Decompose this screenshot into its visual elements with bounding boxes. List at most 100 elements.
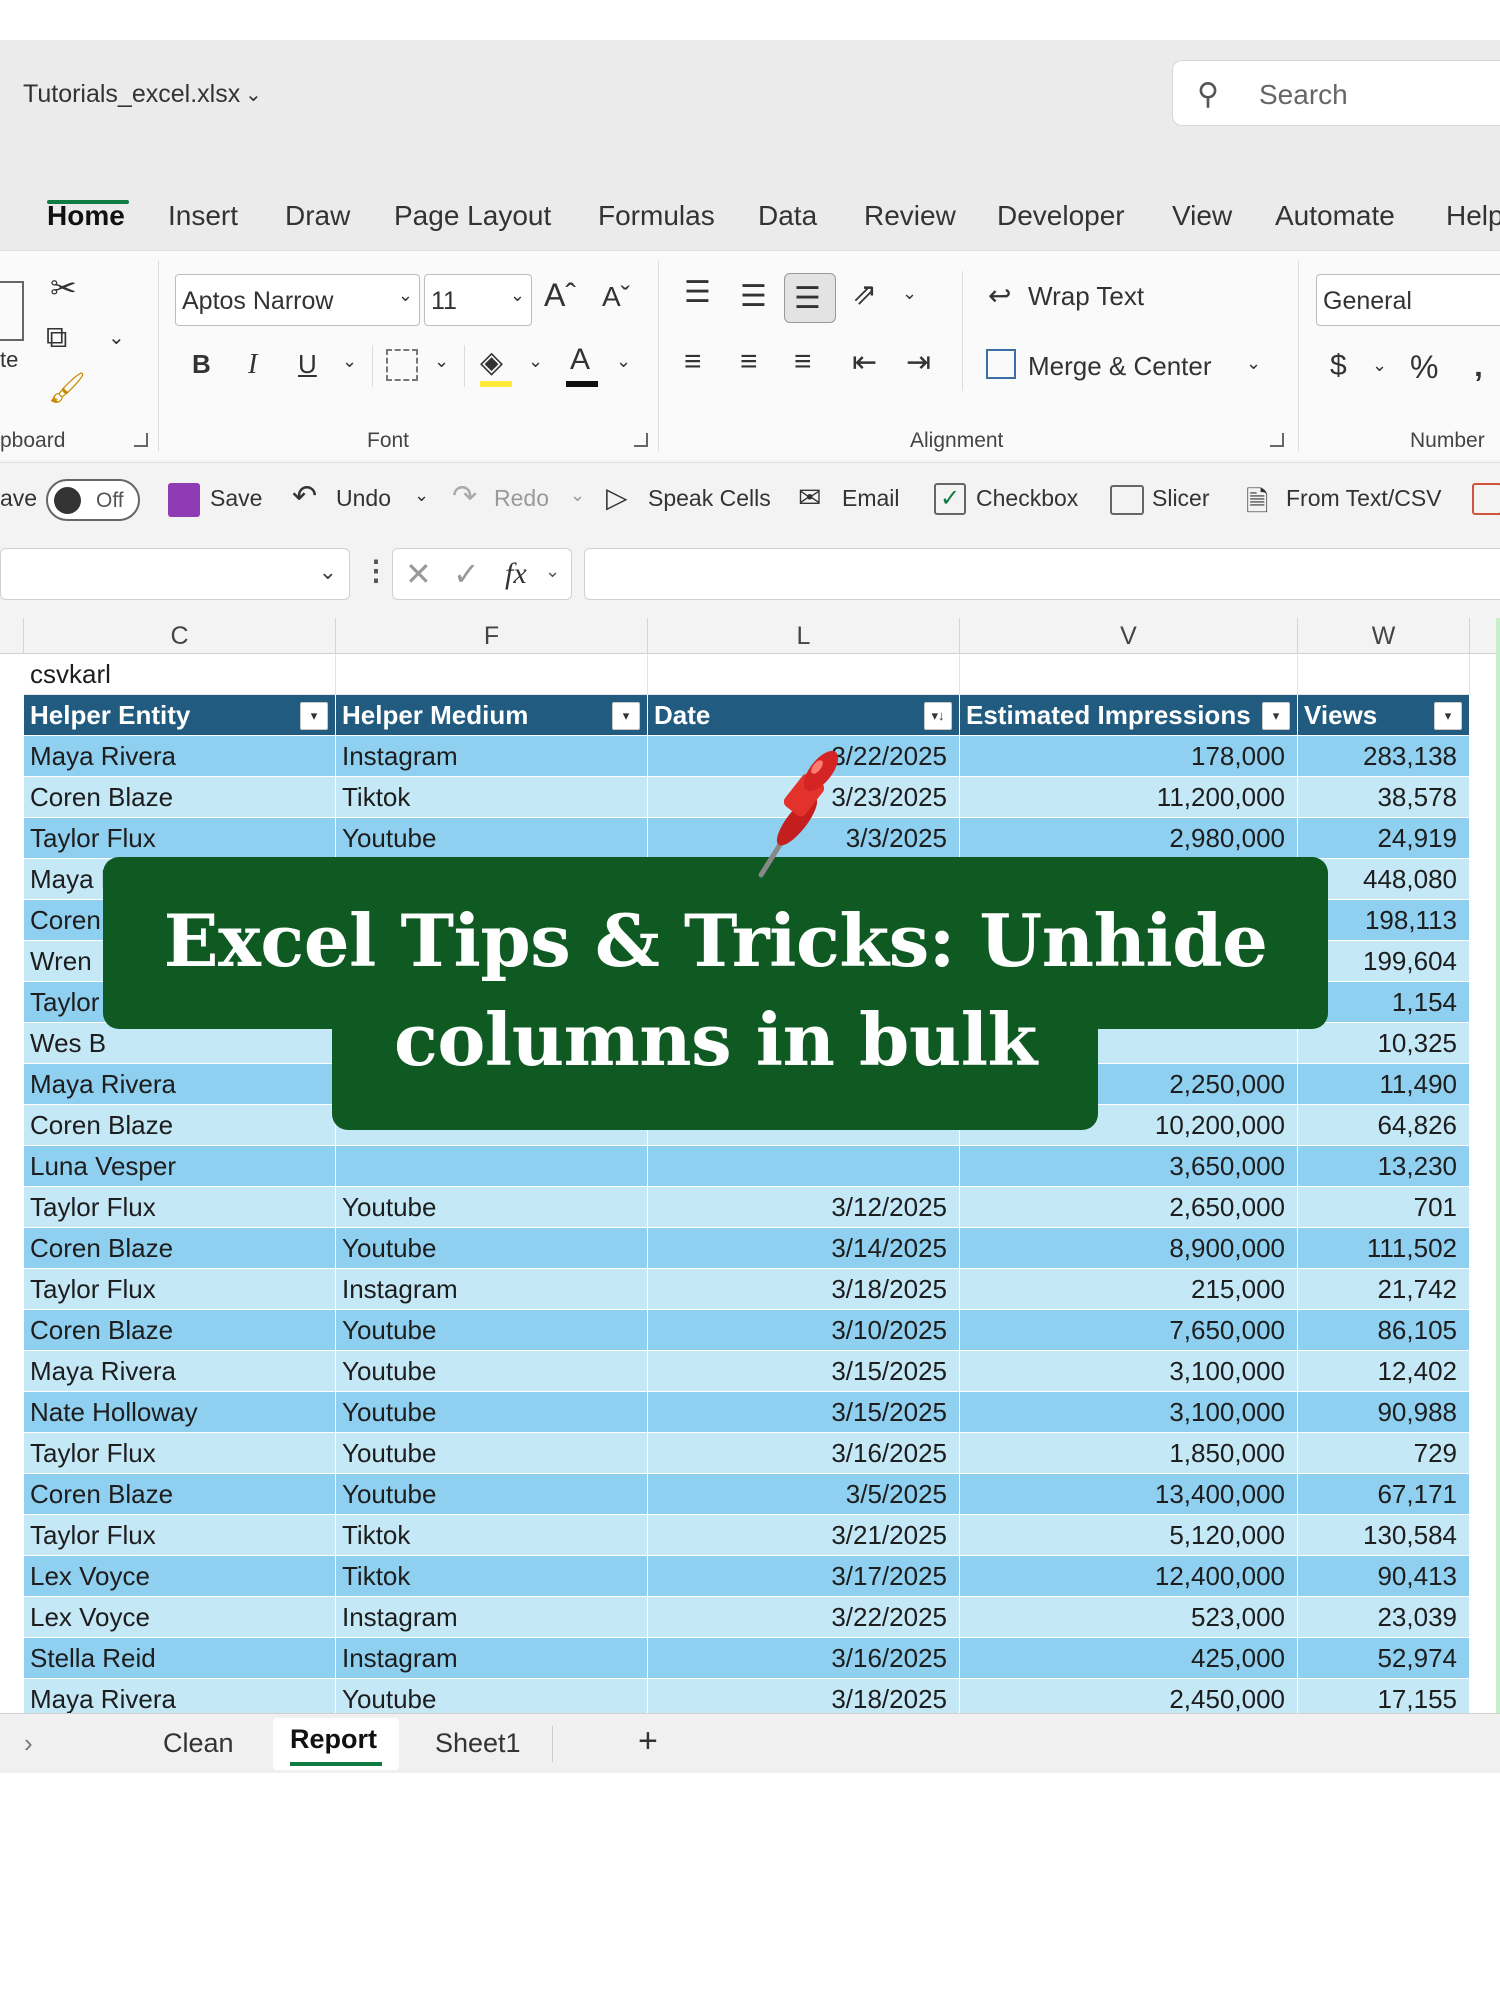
cell[interactable]: Coren Blaze: [24, 1105, 336, 1146]
fill-color-icon[interactable]: ◈: [480, 345, 503, 380]
cell[interactable]: [336, 654, 648, 695]
cell[interactable]: Date ▾↓: [648, 695, 960, 736]
italic-button[interactable]: I: [248, 349, 257, 381]
cell[interactable]: 67,171: [1298, 1474, 1470, 1515]
cell[interactable]: Taylor Flux: [24, 1187, 336, 1228]
chevron-down-icon[interactable]: ⌄: [1372, 355, 1387, 376]
chevron-down-icon[interactable]: ⌄: [616, 351, 631, 372]
cell[interactable]: 11,200,000: [960, 777, 1298, 818]
format-painter-icon[interactable]: 🖌: [48, 371, 86, 406]
cell[interactable]: Maya Rivera: [24, 1351, 336, 1392]
tab-developer[interactable]: Developer: [997, 200, 1125, 232]
sheet-tab-sheet1[interactable]: Sheet1: [435, 1728, 521, 1759]
cell[interactable]: Lex Voyce: [24, 1556, 336, 1597]
tab-view[interactable]: View: [1172, 200, 1232, 232]
dialog-launcher-icon[interactable]: [634, 433, 648, 447]
cell[interactable]: Youtube: [336, 1679, 648, 1713]
filter-dropdown-icon[interactable]: ▾: [1434, 702, 1462, 730]
name-box[interactable]: ⌄: [0, 548, 350, 600]
cell[interactable]: 2,980,000: [960, 818, 1298, 859]
paste-icon[interactable]: [0, 281, 24, 341]
cell[interactable]: 3/14/2025: [648, 1228, 960, 1269]
cell[interactable]: Tiktok: [336, 1515, 648, 1556]
cell[interactable]: 64,826: [1298, 1105, 1470, 1146]
cell[interactable]: 111,502: [1298, 1228, 1470, 1269]
cell[interactable]: 7,650,000: [960, 1310, 1298, 1351]
align-top-icon[interactable]: ☰: [684, 275, 711, 310]
chevron-down-icon[interactable]: ⌄: [434, 351, 449, 372]
cell[interactable]: 12,402: [1298, 1351, 1470, 1392]
checkbox-icon[interactable]: ✓: [934, 483, 966, 515]
chevron-down-icon[interactable]: ⌄: [245, 82, 262, 107]
cell[interactable]: Tiktok: [336, 1556, 648, 1597]
column-header-c[interactable]: C: [24, 618, 336, 654]
cell[interactable]: 3/5/2025: [648, 1474, 960, 1515]
font-color-icon[interactable]: A: [570, 343, 590, 377]
cell[interactable]: 701: [1298, 1187, 1470, 1228]
wrap-text-icon[interactable]: ↩: [988, 279, 1011, 312]
file-text-icon[interactable]: 🗎: [1246, 481, 1269, 529]
autosave-toggle[interactable]: Off: [46, 479, 140, 521]
merge-center-icon[interactable]: [986, 349, 1016, 379]
cell[interactable]: Instagram: [336, 1638, 648, 1679]
filter-dropdown-icon[interactable]: ▾: [612, 702, 640, 730]
cell[interactable]: 52,974: [1298, 1638, 1470, 1679]
column-header-w[interactable]: W: [1298, 618, 1470, 654]
email-button[interactable]: Email: [842, 485, 900, 512]
speak-cells-icon[interactable]: ▷: [606, 481, 628, 514]
enter-icon[interactable]: ✓: [453, 555, 480, 593]
cell[interactable]: 425,000: [960, 1638, 1298, 1679]
cell[interactable]: 3/17/2025: [648, 1556, 960, 1597]
number-format-select[interactable]: General: [1316, 274, 1500, 326]
cell[interactable]: [1298, 654, 1470, 695]
cell[interactable]: 283,138: [1298, 736, 1470, 777]
cell[interactable]: Luna Vesper: [24, 1146, 336, 1187]
formula-input[interactable]: [584, 548, 1500, 600]
cell[interactable]: Youtube: [336, 1228, 648, 1269]
cell[interactable]: 3/18/2025: [648, 1269, 960, 1310]
cell[interactable]: [960, 654, 1298, 695]
decrease-indent-icon[interactable]: ⇤: [852, 345, 877, 380]
insert-function-button[interactable]: fx: [505, 557, 527, 591]
cell[interactable]: 5,120,000: [960, 1515, 1298, 1556]
from-text-csv-button[interactable]: From Text/CSV: [1286, 485, 1442, 512]
underline-button[interactable]: U: [298, 349, 317, 380]
comma-style-icon[interactable]: ‚: [1474, 347, 1483, 384]
add-sheet-button[interactable]: +: [638, 1722, 658, 1761]
cell[interactable]: Taylor Flux: [24, 1433, 336, 1474]
cell[interactable]: Coren Blaze: [24, 777, 336, 818]
cancel-icon[interactable]: ✕: [405, 555, 432, 593]
cell[interactable]: 86,105: [1298, 1310, 1470, 1351]
cell[interactable]: 12,400,000: [960, 1556, 1298, 1597]
cell[interactable]: 24,919: [1298, 818, 1470, 859]
cell[interactable]: Youtube: [336, 1474, 648, 1515]
cell[interactable]: Views ▾: [1298, 695, 1470, 736]
cell[interactable]: 38,578: [1298, 777, 1470, 818]
filter-dropdown-icon[interactable]: ▾: [1262, 702, 1290, 730]
cut-icon[interactable]: ✂: [50, 269, 77, 307]
email-icon[interactable]: ✉: [798, 481, 821, 514]
cell[interactable]: Youtube: [336, 1433, 648, 1474]
save-icon[interactable]: [168, 483, 200, 517]
cell[interactable]: Youtube: [336, 1187, 648, 1228]
cell[interactable]: Taylor Flux: [24, 818, 336, 859]
filter-dropdown-icon[interactable]: ▾: [300, 702, 328, 730]
cell[interactable]: 3/16/2025: [648, 1638, 960, 1679]
tab-review[interactable]: Review: [864, 200, 956, 232]
cell[interactable]: 215,000: [960, 1269, 1298, 1310]
chevron-down-icon[interactable]: ⌄: [1246, 353, 1261, 374]
cell[interactable]: 3/10/2025: [648, 1310, 960, 1351]
tab-home[interactable]: Home: [47, 200, 125, 232]
cell[interactable]: Coren Blaze: [24, 1474, 336, 1515]
more-options-icon[interactable]: ⋮: [362, 554, 390, 587]
column-header-v[interactable]: V: [960, 618, 1298, 654]
cell[interactable]: Coren Blaze: [24, 1228, 336, 1269]
cell[interactable]: Instagram: [336, 1597, 648, 1638]
align-middle-icon[interactable]: ☰: [740, 279, 767, 314]
column-header-l[interactable]: L: [648, 618, 960, 654]
cell[interactable]: 2,450,000: [960, 1679, 1298, 1713]
cell[interactable]: 90,413: [1298, 1556, 1470, 1597]
decrease-font-size-icon[interactable]: Aˇ: [602, 281, 630, 313]
copy-icon[interactable]: ⧉: [46, 321, 67, 355]
slicer-icon[interactable]: [1110, 485, 1144, 515]
